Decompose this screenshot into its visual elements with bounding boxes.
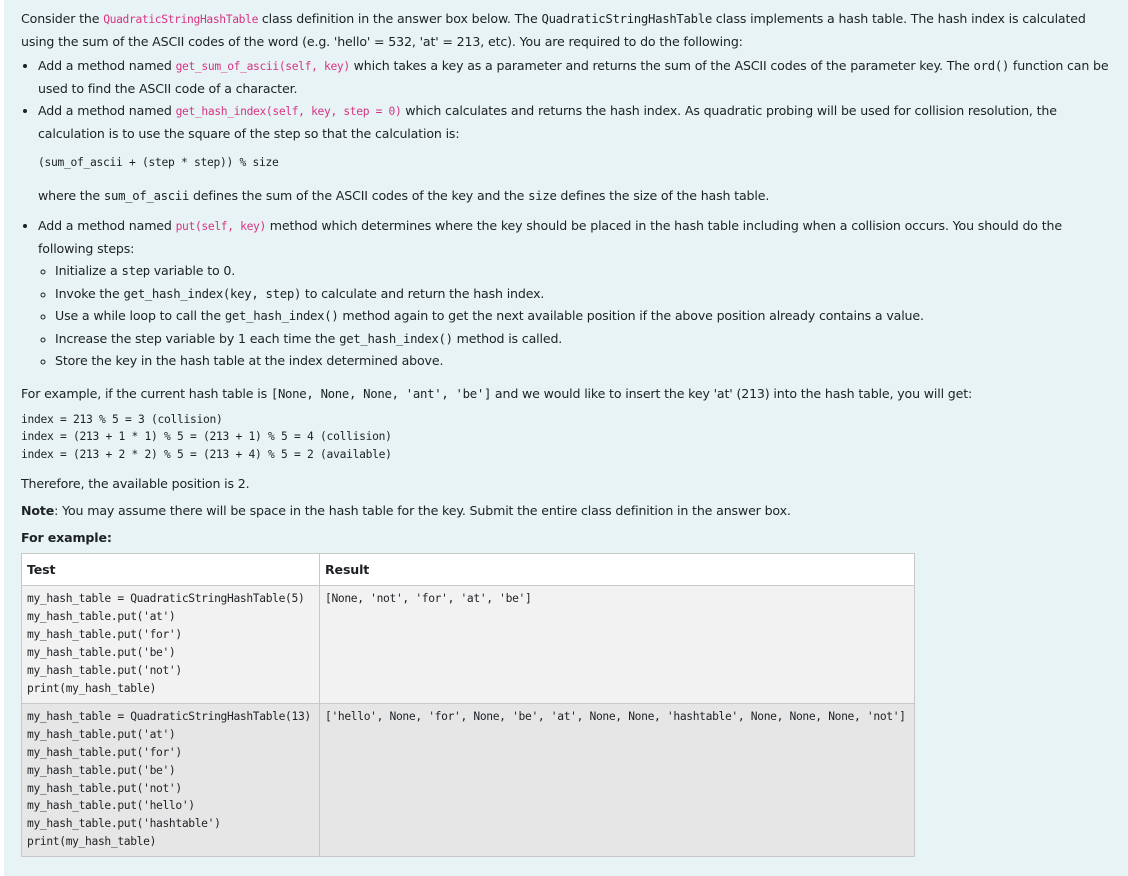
requirement-text: Add a method named xyxy=(38,58,176,73)
requirement-text: Add a method named xyxy=(38,103,176,118)
example-intro-paragraph: For example, if the current hash table i… xyxy=(21,383,1112,405)
requirement-hash-index: Add a method named get_hash_index(self, … xyxy=(38,100,1112,215)
step-mono: get_hash_index() xyxy=(339,331,453,346)
intro-text: class definition in the answer box below… xyxy=(258,11,542,26)
requirements-list: Add a method named get_sum_of_ascii(self… xyxy=(21,55,1112,373)
result-cell: ['hello', None, 'for', None, 'be', 'at',… xyxy=(319,702,915,858)
step-text: to calculate and return the hash index. xyxy=(301,285,545,301)
method-signature-code: put(self, key) xyxy=(175,220,267,233)
step-mono: get_hash_index(key, step) xyxy=(123,286,302,301)
class-name-code: QuadraticStringHashTable xyxy=(103,13,259,26)
explanation-text: defines the sum of the ASCII codes of th… xyxy=(189,188,529,203)
table-header-row: Test Result xyxy=(21,553,915,587)
note-text: : You may assume there will be space in … xyxy=(54,503,791,519)
put-steps-list: Initialize a step variable to 0. Invoke … xyxy=(38,260,1112,373)
test-code-cell: my_hash_table = QuadraticStringHashTable… xyxy=(21,585,320,704)
step-mono: get_hash_index() xyxy=(224,309,339,324)
step-text: Invoke the xyxy=(55,285,124,301)
step-item: Store the key in the hash table at the i… xyxy=(55,350,1112,373)
column-header-result: Result xyxy=(319,553,915,587)
step-text: Use a while loop to call the xyxy=(55,308,225,324)
step-text: Initialize a xyxy=(55,263,122,278)
step-item: Use a while loop to call the get_hash_in… xyxy=(55,305,1112,328)
test-code-cell: my_hash_table = QuadraticStringHashTable… xyxy=(21,702,320,858)
step-text: method is called. xyxy=(452,330,563,346)
formula-explanation: where the sum_of_ascii defines the sum o… xyxy=(38,185,1112,207)
step-text: Increase the step variable by 1 each tim… xyxy=(55,330,340,346)
result-cell: [None, 'not', 'for', 'at', 'be'] xyxy=(319,585,915,704)
step-text: method again to get the next available p… xyxy=(338,308,924,324)
intro-paragraph: Consider the QuadraticStringHashTable cl… xyxy=(21,8,1112,53)
index-calculation: index = 213 % 5 = 3 (collision) index = … xyxy=(21,412,392,461)
step-item: Increase the step variable by 1 each tim… xyxy=(55,328,1112,351)
conclusion-text: Therefore, the available position is 2. xyxy=(21,476,250,492)
example-text: For example, if the current hash table i… xyxy=(21,385,271,401)
requirement-text: Add a method named xyxy=(38,218,176,233)
method-signature-code: get_hash_index(self, key, step = 0) xyxy=(175,105,402,118)
ord-function-mono: ord() xyxy=(973,59,1010,73)
hash-table-mono: [None, None, None, 'ant', 'be'] xyxy=(270,386,492,401)
step-item: Initialize a step variable to 0. xyxy=(55,260,1112,283)
question-text-panel: Consider the QuadraticStringHashTable cl… xyxy=(4,0,1128,876)
requirement-put: Add a method named put(self, key) method… xyxy=(38,215,1112,373)
class-name-mono: QuadraticStringHashTable xyxy=(541,12,712,26)
explanation-text: where the xyxy=(38,188,104,203)
method-signature-code: get_sum_of_ascii(self, key) xyxy=(175,60,351,73)
step-text: variable to 0. xyxy=(149,263,236,278)
sum-of-ascii-mono: sum_of_ascii xyxy=(103,189,190,203)
example-text: and we would like to insert the key 'at'… xyxy=(491,385,973,401)
hash-formula: (sum_of_ascii + (step * step)) % size xyxy=(38,156,279,169)
intro-text: Consider the xyxy=(21,11,104,26)
note-paragraph: Note: You may assume there will be space… xyxy=(21,500,1112,522)
requirement-text: which takes a key as a parameter and ret… xyxy=(349,58,974,73)
note-label: Note xyxy=(21,503,55,519)
size-mono: size xyxy=(528,189,557,203)
table-row: my_hash_table = QuadraticStringHashTable… xyxy=(21,585,915,704)
step-text: Store the key in the hash table at the i… xyxy=(55,353,444,369)
explanation-text: defines the size of the hash table. xyxy=(556,188,770,203)
step-mono: step xyxy=(121,264,150,278)
column-header-test: Test xyxy=(21,553,320,587)
for-example-heading: For example: xyxy=(21,527,1112,549)
requirement-sum-of-ascii: Add a method named get_sum_of_ascii(self… xyxy=(38,55,1112,100)
for-example-label: For example: xyxy=(21,530,112,546)
step-item: Invoke the get_hash_index(key, step) to … xyxy=(55,283,1112,306)
examples-table: Test Result my_hash_table = QuadraticStr… xyxy=(21,553,915,858)
table-row: my_hash_table = QuadraticStringHashTable… xyxy=(21,702,915,858)
